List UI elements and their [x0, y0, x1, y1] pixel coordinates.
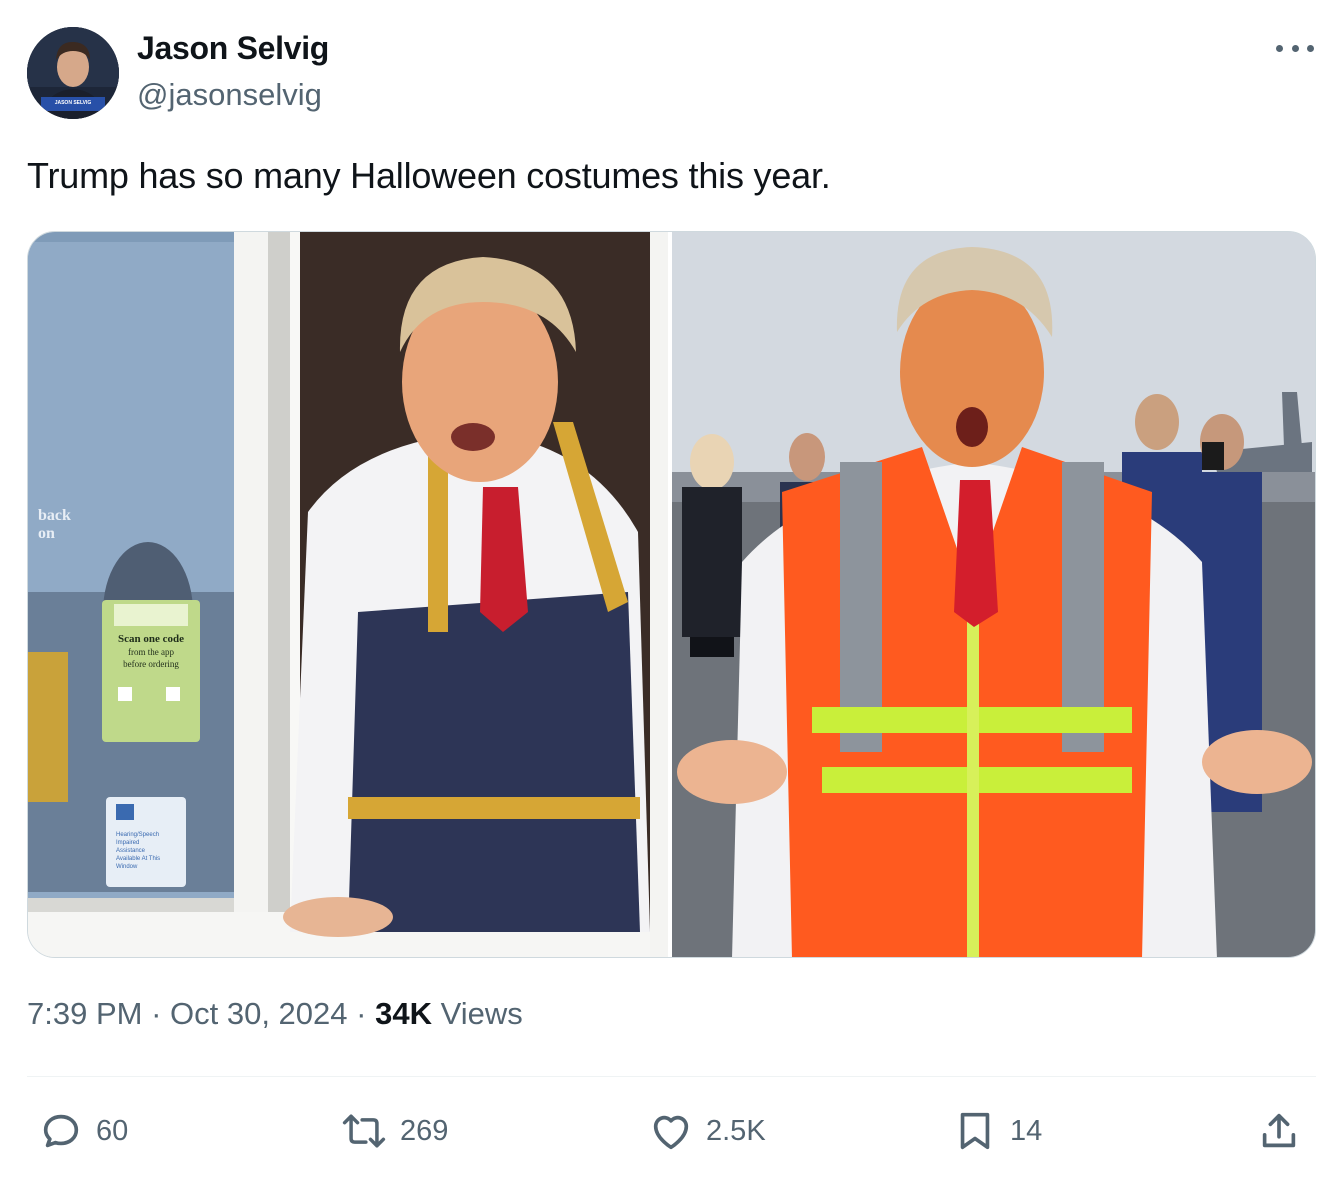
notice-line-1: Hearing/Speech: [116, 832, 159, 838]
tweet-media[interactable]: back on Scan one code from the app befor…: [27, 231, 1316, 958]
media-photo-left[interactable]: back on Scan one code from the app befor…: [28, 232, 668, 957]
author-handle[interactable]: @jasonselvig: [137, 77, 322, 113]
reply-icon: [43, 1114, 79, 1148]
retweet-icon: [342, 1114, 386, 1148]
window-text-1: back: [38, 507, 71, 524]
retweet-count: 269: [400, 1114, 449, 1147]
views-count[interactable]: 34K: [375, 996, 432, 1031]
notice-line-2: Impaired: [116, 840, 139, 846]
bookmark-icon: [960, 1112, 990, 1150]
media-photo-right[interactable]: [672, 232, 1315, 957]
tweet-text: Trump has so many Halloween costumes thi…: [27, 155, 831, 196]
sign-line-1: Scan one code: [118, 633, 184, 645]
tweet-time[interactable]: 7:39 PM: [27, 996, 142, 1031]
more-options-button[interactable]: [1276, 40, 1314, 56]
divider: [27, 1076, 1316, 1077]
window-text-2: on: [38, 525, 55, 542]
avatar[interactable]: JASON SELVIG: [27, 27, 119, 119]
share-icon: [1262, 1113, 1296, 1148]
avatar-photo: JASON SELVIG: [27, 27, 119, 119]
share-button[interactable]: [1256, 1108, 1302, 1154]
tweet-meta: 7:39 PM · Oct 30, 2024 · 34K Views: [27, 996, 523, 1032]
sign-line-3: before ordering: [123, 659, 179, 669]
safety-vest-photo: [672, 232, 1315, 957]
like-count: 2.5K: [706, 1114, 766, 1147]
bookmark-count: 14: [1010, 1114, 1043, 1147]
drive-thru-photo: back on Scan one code from the app befor…: [28, 232, 668, 957]
meta-separator: ·: [151, 996, 171, 1031]
bookmark-button[interactable]: 14: [952, 1108, 1042, 1154]
like-button[interactable]: 2.5K: [648, 1108, 766, 1154]
tweet-date[interactable]: Oct 30, 2024: [170, 996, 348, 1031]
avatar-caption: JASON SELVIG: [55, 100, 92, 106]
notice-line-5: Window: [116, 864, 138, 870]
reply-button[interactable]: 60: [38, 1108, 128, 1154]
views-label: Views: [440, 996, 523, 1031]
more-dot-icon: [1307, 44, 1314, 52]
author-display-name[interactable]: Jason Selvig: [137, 30, 329, 67]
notice-line-4: Available At This: [116, 856, 160, 862]
more-dot-icon: [1276, 44, 1283, 52]
notice-line-3: Assistance: [116, 848, 146, 854]
heart-icon: [653, 1115, 689, 1150]
sign-line-2: from the app: [128, 647, 174, 657]
retweet-button[interactable]: 269: [340, 1108, 448, 1154]
reply-count: 60: [96, 1114, 129, 1147]
more-dot-icon: [1291, 44, 1299, 52]
meta-separator: ·: [356, 996, 376, 1031]
